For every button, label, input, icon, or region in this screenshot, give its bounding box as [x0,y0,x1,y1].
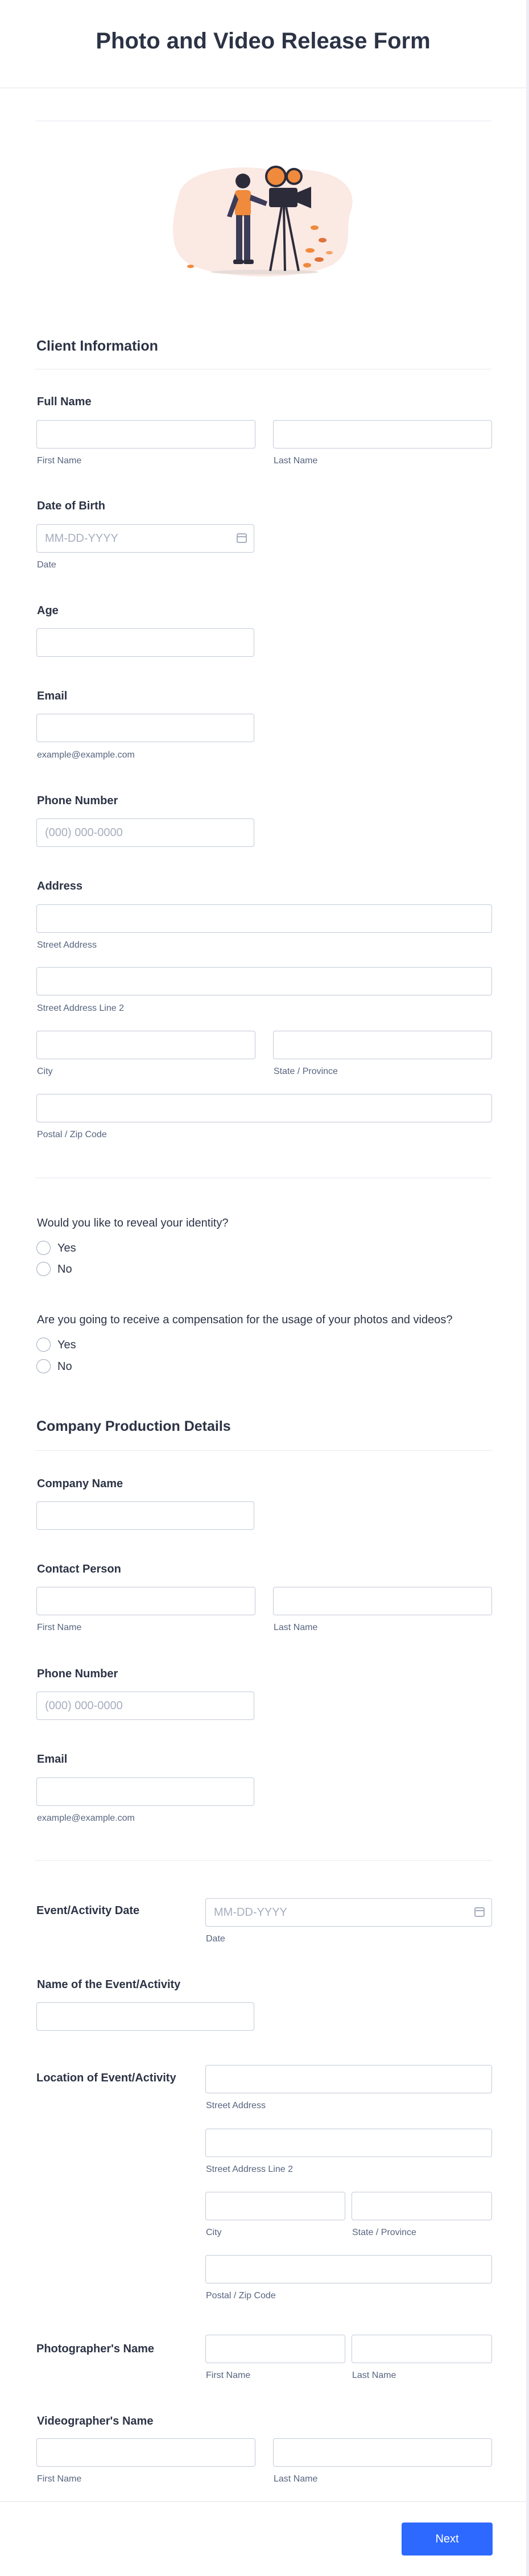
event-state-input[interactable] [352,2192,492,2220]
street-address-input[interactable] [36,904,492,933]
calendar-icon[interactable] [237,533,247,543]
divider [35,1860,491,1861]
phone-placeholder: (000) 000-0000 [45,826,123,839]
section-title-company: Company Production Details [36,1418,231,1434]
contact-first-name-input[interactable] [36,1587,255,1615]
radio-button[interactable] [36,1262,51,1276]
contact-last-name-sublabel: Last Name [274,1623,318,1632]
camera-operator-illustration [172,166,353,277]
radio-button[interactable] [36,1241,51,1255]
last-name-sublabel: Last Name [274,456,318,466]
street-address-line2-input[interactable] [36,967,492,995]
next-button[interactable]: Next [402,2522,493,2556]
event-zip-sublabel: Postal / Zip Code [206,2291,276,2301]
state-sublabel: State / Province [274,1067,338,1076]
dob-label: Date of Birth [37,500,105,512]
scrollbar-track[interactable] [526,0,529,2576]
photographer-name-label: Photographer's Name [36,2343,155,2355]
street-address-line2-sublabel: Street Address Line 2 [37,1003,124,1013]
event-street-input[interactable] [205,2065,492,2093]
radio-button[interactable] [36,1359,51,1373]
email-sublabel: example@example.com [37,750,135,760]
section-title-client: Client Information [36,338,158,354]
form-page: Photo and Video Release Form Client Info… [0,0,529,2576]
full-name-label: Full Name [37,396,92,408]
form-title: Photo and Video Release Form [96,28,431,54]
event-name-input[interactable] [36,2002,254,2031]
photographer-first-name-sublabel: First Name [206,2371,251,2380]
radio-button[interactable] [36,1338,51,1352]
event-street-line2-sublabel: Street Address Line 2 [206,2165,293,2174]
event-name-label: Name of the Event/Activity [37,1978,181,1991]
event-zip-input[interactable] [205,2255,492,2283]
radio-label: Yes [57,1242,76,1254]
videographer-first-name-input[interactable] [36,2438,255,2467]
contact-person-label: Contact Person [37,1563,121,1575]
dob-input[interactable]: MM-DD-YYYY [36,524,254,553]
event-date-input[interactable]: MM-DD-YYYY [205,1898,492,1927]
event-state-sublabel: State / Province [352,2228,416,2237]
event-city-sublabel: City [206,2228,222,2237]
videographer-last-name-input[interactable] [273,2438,492,2467]
photographer-last-name-input[interactable] [352,2335,492,2363]
city-sublabel: City [37,1067,53,1076]
contact-first-name-sublabel: First Name [37,1623,82,1632]
phone-label: Phone Number [37,795,118,807]
state-input[interactable] [273,1031,492,1059]
photographer-first-name-input[interactable] [205,2335,345,2363]
calendar-icon[interactable] [474,1907,485,1917]
event-city-input[interactable] [205,2192,345,2220]
event-date-label: Event/Activity Date [36,1904,140,1917]
videographer-first-name-sublabel: First Name [37,2474,82,2484]
videographer-name-label: Videographer's Name [37,2415,154,2427]
company-phone-label: Phone Number [37,1668,118,1680]
event-date-sublabel: Date [206,1934,225,1944]
reveal-identity-label: Would you like to reveal your identity? [37,1217,229,1229]
radio-label: No [57,1263,72,1275]
dob-placeholder: MM-DD-YYYY [45,532,118,545]
form-header: Photo and Video Release Form [0,0,526,88]
company-phone-placeholder: (000) 000-0000 [45,1699,123,1712]
street-address-sublabel: Street Address [37,940,97,950]
company-name-input[interactable] [36,1501,254,1530]
event-location-label: Location of Event/Activity [36,2072,176,2084]
dob-sublabel: Date [37,560,56,570]
company-name-label: Company Name [37,1478,123,1490]
contact-last-name-input[interactable] [273,1587,492,1615]
zip-input[interactable] [36,1094,492,1122]
first-name-sublabel: First Name [37,456,82,466]
company-email-sublabel: example@example.com [37,1813,135,1823]
last-name-input[interactable] [273,420,492,448]
radio-label: No [57,1360,72,1373]
event-street-line2-input[interactable] [205,2129,492,2157]
company-email-input[interactable] [36,1777,254,1806]
radio-label: Yes [57,1339,76,1351]
age-label: Age [37,604,59,617]
company-phone-input[interactable]: (000) 000-0000 [36,1692,254,1720]
first-name-input[interactable] [36,420,255,448]
age-input[interactable] [36,628,254,657]
zip-sublabel: Postal / Zip Code [37,1130,107,1139]
event-street-sublabel: Street Address [206,2101,266,2110]
email-input[interactable] [36,714,254,742]
city-input[interactable] [36,1031,255,1059]
compensation-label: Are you going to receive a compensation … [37,1314,453,1326]
form-footer: Next [0,2501,526,2576]
address-label: Address [37,880,83,892]
event-date-placeholder: MM-DD-YYYY [214,1906,287,1919]
videographer-last-name-sublabel: Last Name [274,2474,318,2484]
company-email-label: Email [37,1753,68,1766]
email-label: Email [37,690,68,702]
photographer-last-name-sublabel: Last Name [352,2371,396,2380]
divider [35,1450,491,1451]
phone-input[interactable]: (000) 000-0000 [36,818,254,847]
